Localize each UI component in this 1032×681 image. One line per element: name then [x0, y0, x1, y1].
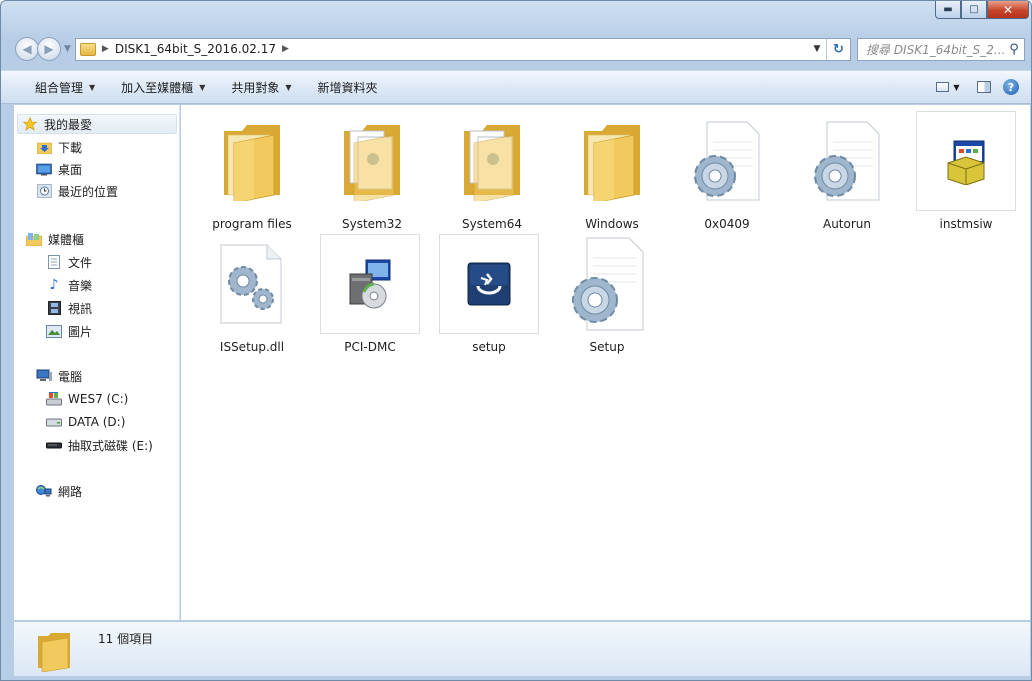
folder-icon [36, 632, 72, 675]
nav-videos[interactable]: 視訊 [46, 298, 92, 318]
hard-drive-icon [46, 415, 62, 429]
file-item[interactable]: Setup [557, 234, 657, 354]
organize-menu[interactable]: 組合管理 ▼ [35, 79, 95, 96]
recent-places-icon [36, 184, 52, 198]
computer-icon [36, 369, 52, 383]
nav-desktop[interactable]: 桌面 [36, 159, 82, 179]
file-name: Autorun [822, 217, 871, 231]
system-drive-icon [46, 392, 62, 406]
navigation-pane[interactable]: 我的最愛 下載 桌面 最近的位置 媒體櫃 文件 ♪ 音樂 視訊 圖片 電腦 WE… [14, 105, 180, 620]
file-item[interactable]: PCI-DMC [320, 234, 420, 354]
breadcrumb-segment[interactable]: DISK1_64bit_S_2016.02.17 [115, 42, 276, 56]
address-history-dropdown[interactable]: ▼ [808, 44, 826, 54]
add-to-library-menu[interactable]: 加入至媒體櫃 ▼ [121, 79, 205, 96]
nav-favorites[interactable]: 我的最愛 [17, 114, 177, 134]
caret-down-icon: ▼ [199, 82, 206, 92]
search-input[interactable]: 搜尋 DISK1_64bit_S_2... ⚲ [857, 37, 1025, 61]
forward-button[interactable]: ▶ [37, 37, 61, 61]
file-item[interactable]: ISSetup.dll [202, 234, 302, 354]
details-pane: 11 個項目 [14, 621, 1030, 676]
file-name: setup [472, 340, 506, 354]
folder-with-files-icon [442, 111, 542, 211]
file-item[interactable]: instmsiw [916, 111, 1016, 231]
nav-drive-e[interactable]: 抽取式磁碟 (E:) [46, 435, 153, 455]
caret-down-icon: ▼ [285, 82, 292, 92]
folder-with-files-icon [322, 111, 422, 211]
help-button[interactable]: ? [1003, 79, 1019, 95]
explorer-window: ▬ □ ✕ ◀ ▶ ▼ ▶ DISK1_64bit_S_2016.02.17 ▶… [0, 0, 1032, 681]
nav-libraries[interactable]: 媒體櫃 [26, 229, 84, 249]
folder-icon [202, 111, 302, 211]
nav-drive-d[interactable]: DATA (D:) [46, 412, 125, 432]
file-name: ISSetup.dll [219, 340, 285, 354]
setup-exe-icon [320, 234, 420, 334]
setup-app-icon [439, 234, 539, 334]
back-button[interactable]: ◀ [15, 37, 39, 61]
file-name: System32 [341, 217, 403, 231]
desktop-icon [36, 162, 52, 176]
document-icon [46, 255, 62, 269]
library-icon [26, 232, 42, 246]
file-name: instmsiw [939, 217, 993, 231]
nav-downloads[interactable]: 下載 [36, 137, 82, 157]
file-name: Windows [585, 217, 639, 231]
nav-pictures[interactable]: 圖片 [46, 321, 92, 341]
search-placeholder: 搜尋 DISK1_64bit_S_2... [866, 42, 1004, 57]
file-name: Setup [589, 340, 625, 354]
search-icon[interactable]: ⚲ [1004, 42, 1024, 57]
video-icon [46, 301, 62, 315]
downloads-folder-icon [36, 140, 52, 154]
preview-pane-button[interactable] [977, 81, 991, 93]
nav-documents[interactable]: 文件 [46, 252, 92, 272]
folder-icon [562, 111, 662, 211]
folder-icon [79, 42, 96, 56]
nav-drive-c[interactable]: WES7 (C:) [46, 389, 128, 409]
address-bar[interactable]: ▶ DISK1_64bit_S_2016.02.17 ▶ ▼ ↻ [74, 37, 851, 61]
command-bar: 組合管理 ▼ 加入至媒體櫃 ▼ 共用對象 ▼ 新增資料夾 ▼ ? [1, 70, 1031, 104]
file-name: program files [212, 217, 292, 231]
file-name: 0x0409 [704, 217, 750, 231]
file-item[interactable]: setup [439, 234, 539, 354]
new-folder-button[interactable]: 新增資料夾 [318, 79, 378, 96]
file-name: System64 [461, 217, 523, 231]
file-item[interactable]: 0x0409 [677, 111, 777, 231]
file-name: PCI-DMC [344, 340, 396, 354]
caption-buttons: ▬ □ ✕ [935, 1, 1029, 23]
view-icon [936, 82, 950, 92]
chevron-right-icon[interactable]: ▶ [282, 44, 289, 54]
maximize-button[interactable]: □ [961, 1, 987, 19]
item-count: 11 個項目 [98, 632, 154, 646]
config-file-icon [677, 111, 777, 211]
file-item[interactable]: Windows [562, 111, 662, 231]
address-row: ◀ ▶ ▼ ▶ DISK1_64bit_S_2016.02.17 ▶ ▼ ↻ 搜… [15, 35, 1025, 63]
network-icon [36, 484, 52, 498]
refresh-button[interactable]: ↻ [826, 38, 850, 60]
change-view-button[interactable]: ▼ [931, 77, 965, 97]
file-list[interactable]: program files System32 System64 Windows … [181, 105, 1030, 620]
file-item[interactable]: program files [202, 111, 302, 231]
config-file-icon [557, 234, 657, 334]
caret-down-icon: ▼ [953, 82, 960, 92]
nav-computer[interactable]: 電腦 [36, 366, 82, 386]
picture-icon [46, 324, 62, 338]
installer-icon [916, 111, 1016, 211]
nav-network[interactable]: 網路 [36, 481, 82, 501]
removable-drive-icon [46, 438, 62, 452]
share-menu[interactable]: 共用對象 ▼ [231, 79, 291, 96]
dll-file-icon [202, 234, 302, 334]
minimize-button[interactable]: ▬ [935, 1, 961, 19]
nav-recent-places[interactable]: 最近的位置 [36, 181, 118, 201]
chevron-right-icon[interactable]: ▶ [102, 44, 109, 54]
close-button[interactable]: ✕ [987, 1, 1029, 19]
file-item[interactable]: Autorun [797, 111, 897, 231]
config-file-icon [797, 111, 897, 211]
music-note-icon: ♪ [49, 277, 59, 293]
nav-music[interactable]: ♪ 音樂 [46, 275, 92, 295]
star-icon [22, 117, 38, 131]
file-item[interactable]: System64 [442, 111, 542, 231]
file-item[interactable]: System32 [322, 111, 422, 231]
recent-pages-dropdown[interactable]: ▼ [64, 44, 71, 54]
caret-down-icon: ▼ [89, 82, 96, 92]
